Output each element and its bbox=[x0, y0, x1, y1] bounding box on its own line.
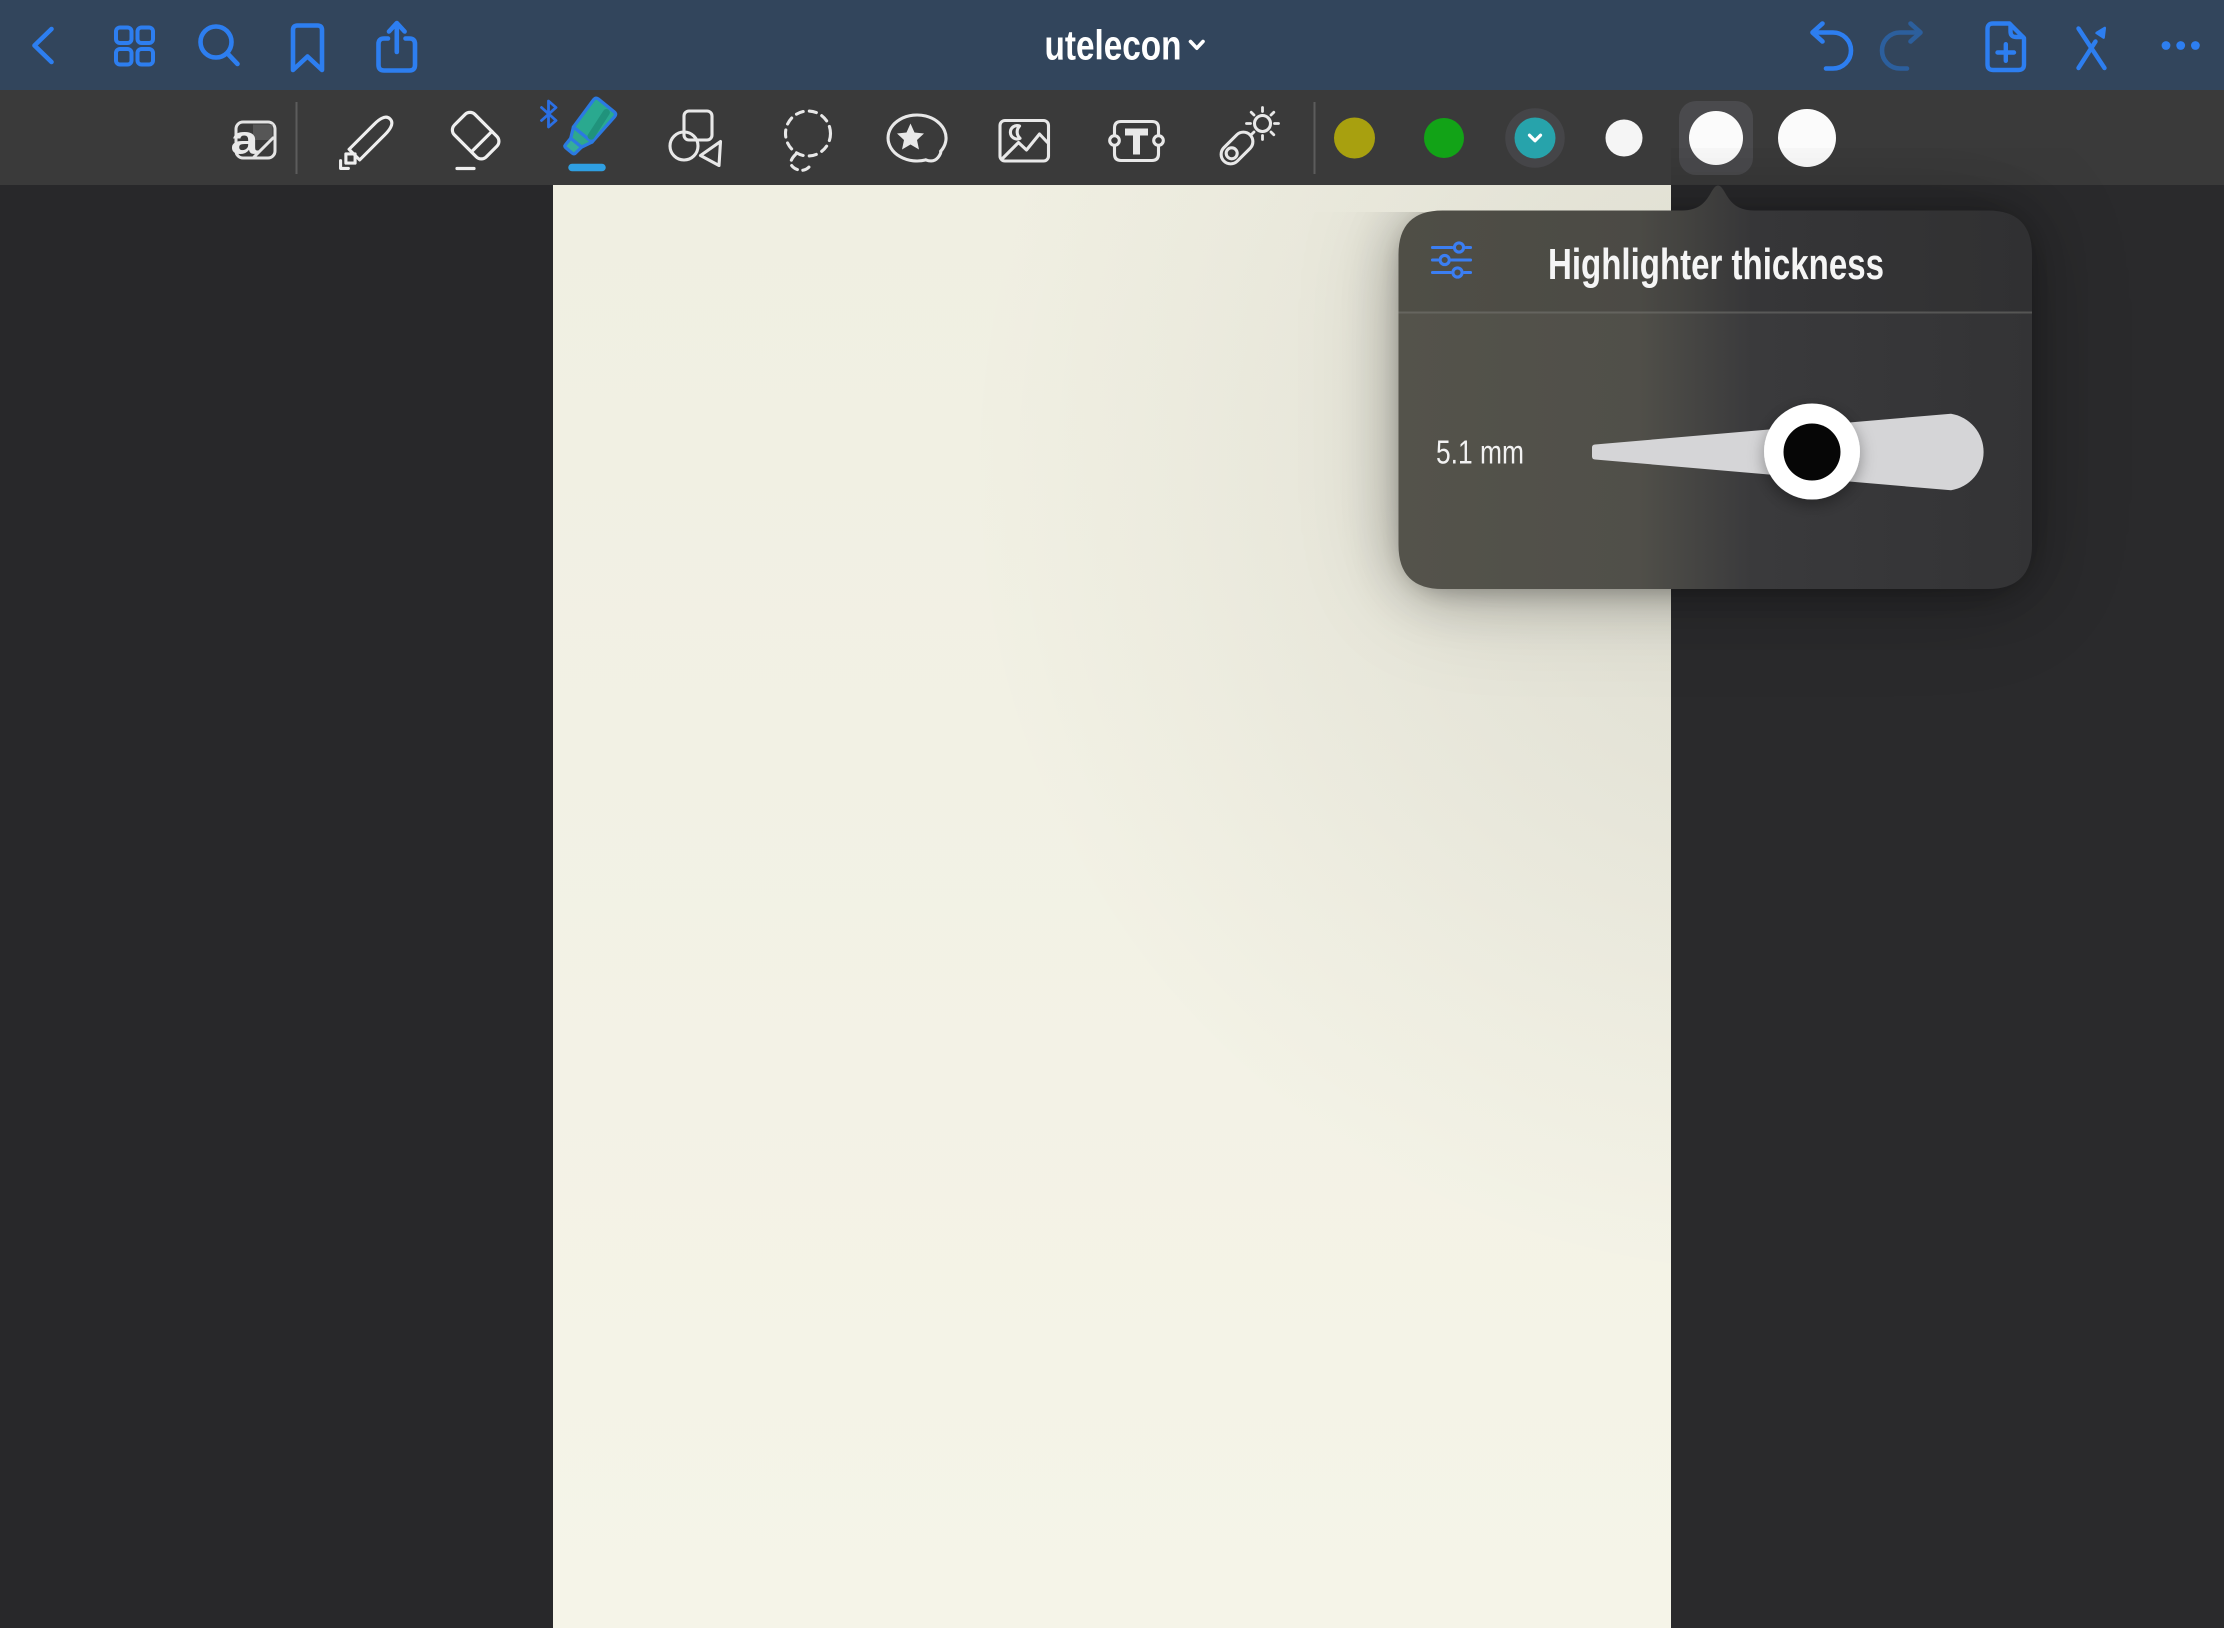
svg-text:5.1 mm: 5.1 mm bbox=[1436, 434, 1524, 471]
svg-text:Highlighter thickness: Highlighter thickness bbox=[1548, 240, 1884, 289]
svg-text:utelecon: utelecon bbox=[1045, 22, 1182, 69]
